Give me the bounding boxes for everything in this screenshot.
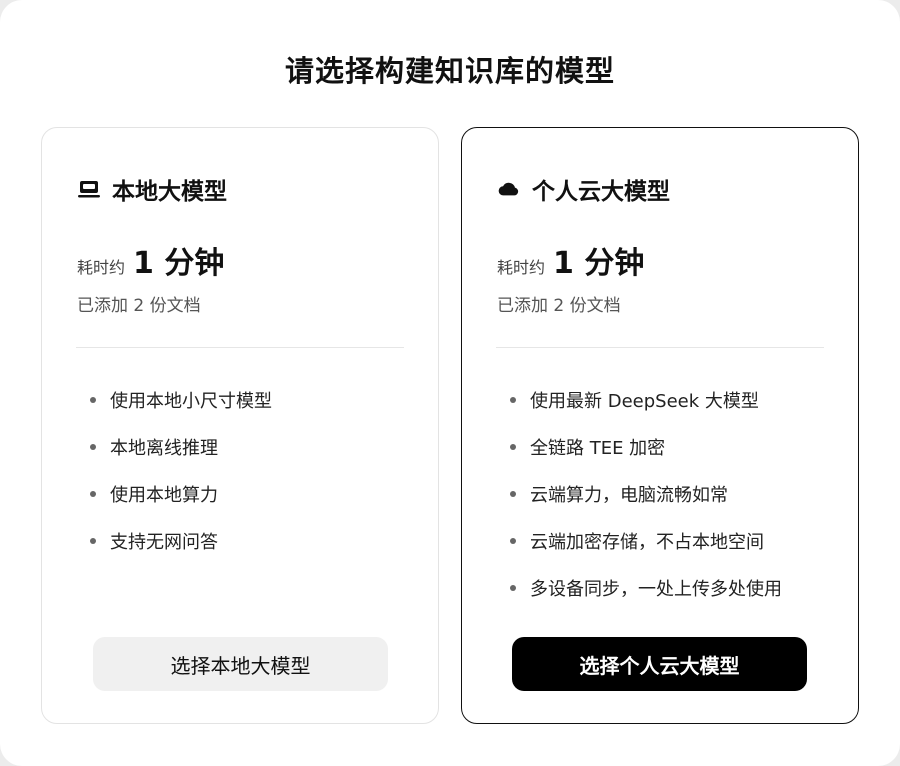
bullet-icon [510, 443, 516, 450]
feature-list: 使用本地小尺寸模型 本地离线推理 使用本地算力 支持无网问答 [90, 376, 272, 564]
time-value: 1 分钟 [133, 246, 225, 281]
time-estimate: 耗时约 1 分钟 [77, 238, 224, 282]
bullet-icon [510, 396, 516, 403]
time-prefix: 耗时约 [77, 258, 126, 277]
docs-added: 已添加 2 份文档 [77, 296, 201, 316]
local-model-card[interactable]: 本地大模型 耗时约 1 分钟 已添加 2 份文档 使用本地小尺寸模型 本地离线推… [41, 127, 439, 724]
docs-added: 已添加 2 份文档 [497, 296, 621, 316]
card-title: 本地大模型 [112, 179, 227, 205]
card-title: 个人云大模型 [532, 179, 670, 205]
bullet-icon [510, 490, 516, 497]
bullet-icon [90, 443, 96, 450]
select-local-model-button[interactable]: 选择本地大模型 [93, 637, 388, 691]
feature-item: 本地离线推理 [90, 423, 272, 470]
bullet-icon [90, 537, 96, 544]
cloud-icon [498, 178, 520, 200]
bullet-icon [510, 537, 516, 544]
feature-item: 使用本地小尺寸模型 [90, 376, 272, 423]
divider [496, 347, 824, 348]
card-header: 本地大模型 [78, 172, 227, 206]
feature-item: 使用本地算力 [90, 470, 272, 517]
feature-list: 使用最新 DeepSeek 大模型 全链路 TEE 加密 云端算力，电脑流畅如常… [510, 376, 782, 611]
feature-item: 全链路 TEE 加密 [510, 423, 782, 470]
feature-item: 云端算力，电脑流畅如常 [510, 470, 782, 517]
model-selection-dialog: 请选择构建知识库的模型 本地大模型 耗时约 1 分钟 已添加 2 份文档 使用本… [0, 0, 900, 766]
time-value: 1 分钟 [553, 246, 645, 281]
feature-item: 云端加密存储，不占本地空间 [510, 517, 782, 564]
bullet-icon [90, 396, 96, 403]
feature-item: 使用最新 DeepSeek 大模型 [510, 376, 782, 423]
dialog-title: 请选择构建知识库的模型 [284, 54, 615, 88]
card-header: 个人云大模型 [498, 172, 670, 206]
laptop-icon [78, 178, 100, 200]
bullet-icon [90, 490, 96, 497]
feature-item: 多设备同步，一处上传多处使用 [510, 564, 782, 611]
bullet-icon [510, 584, 516, 591]
feature-item: 支持无网问答 [90, 517, 272, 564]
select-cloud-model-button[interactable]: 选择个人云大模型 [512, 637, 807, 691]
time-estimate: 耗时约 1 分钟 [497, 238, 644, 282]
cloud-model-card[interactable]: 个人云大模型 耗时约 1 分钟 已添加 2 份文档 使用最新 DeepSeek … [461, 127, 859, 724]
divider [76, 347, 404, 348]
time-prefix: 耗时约 [497, 258, 546, 277]
